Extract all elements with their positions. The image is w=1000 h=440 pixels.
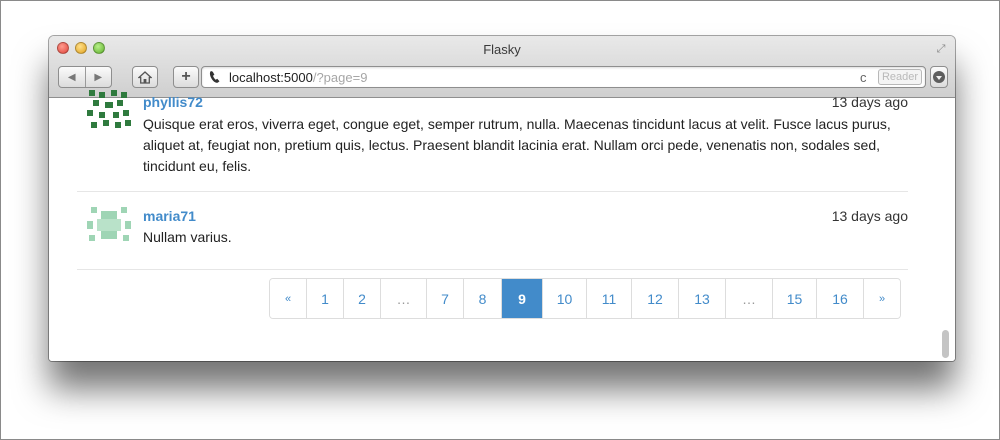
pagination-page-active[interactable]: 9 — [502, 279, 543, 318]
new-tab-button[interactable]: + — [173, 66, 199, 88]
fullscreen-icon[interactable]: ⤢ — [935, 43, 947, 55]
pagination-page[interactable]: 16 — [817, 279, 864, 318]
home-button[interactable] — [132, 66, 158, 88]
pagination-ellipsis: … — [381, 279, 427, 318]
downloads-button[interactable] — [930, 66, 948, 88]
post-item: maria71 13 days ago Nullam varius. — [77, 193, 908, 270]
pagination-prev[interactable]: « — [270, 279, 307, 318]
reload-icon[interactable]: c — [860, 70, 867, 85]
pagination-page[interactable]: 12 — [632, 279, 679, 318]
pagination-page[interactable]: 13 — [679, 279, 726, 318]
url-host: localhost:5000 — [229, 70, 313, 85]
browser-window: Flasky ⤢ ◀ ▶ + localhost:5000/?page=9 c … — [49, 36, 955, 361]
reader-button[interactable]: Reader — [878, 69, 922, 85]
avatar[interactable] — [87, 205, 131, 245]
pagination-ellipsis: … — [726, 279, 773, 318]
pagination-next[interactable]: » — [864, 279, 900, 318]
avatar[interactable] — [87, 90, 131, 130]
pagination-page[interactable]: 11 — [587, 279, 632, 318]
url-text[interactable]: localhost:5000/?page=9 — [229, 70, 367, 85]
browser-toolbar: Flasky ⤢ ◀ ▶ + localhost:5000/?page=9 c … — [49, 36, 955, 98]
pagination-page[interactable]: 7 — [427, 279, 464, 318]
back-forward-group: ◀ ▶ — [58, 66, 112, 88]
post-body: Quisque erat eros, viverra eget, congue … — [143, 116, 891, 174]
pagination-page[interactable]: 8 — [464, 279, 502, 318]
post-author-link[interactable]: phyllis72 — [143, 94, 203, 110]
download-icon — [933, 71, 945, 83]
post-date: 13 days ago — [831, 94, 908, 110]
post-date: 13 days ago — [831, 208, 908, 224]
window-title: Flasky — [483, 42, 521, 57]
post-item: phyllis72 13 days ago Quisque erat eros,… — [77, 90, 908, 192]
plus-icon: + — [181, 68, 191, 85]
home-icon — [138, 70, 152, 84]
post-body: Nullam varius. — [143, 229, 232, 245]
vertical-scrollbar[interactable] — [942, 330, 949, 358]
pagination-page[interactable]: 15 — [773, 279, 817, 318]
pagination-page[interactable]: 1 — [307, 279, 344, 318]
post-author-link[interactable]: maria71 — [143, 208, 196, 224]
pagination-page[interactable]: 2 — [344, 279, 381, 318]
back-arrow-icon[interactable]: ◀ — [59, 72, 85, 83]
address-bar[interactable]: localhost:5000/?page=9 c Reader — [201, 66, 926, 88]
page-content: phyllis72 13 days ago Quisque erat eros,… — [49, 90, 955, 361]
pagination-page[interactable]: 10 — [543, 279, 587, 318]
pagination: « 1 2 … 7 8 9 10 11 12 13 … 15 16 » — [269, 278, 901, 319]
forward-arrow-icon[interactable]: ▶ — [86, 72, 112, 83]
phone-icon — [209, 71, 220, 83]
url-path: /?page=9 — [312, 70, 368, 85]
